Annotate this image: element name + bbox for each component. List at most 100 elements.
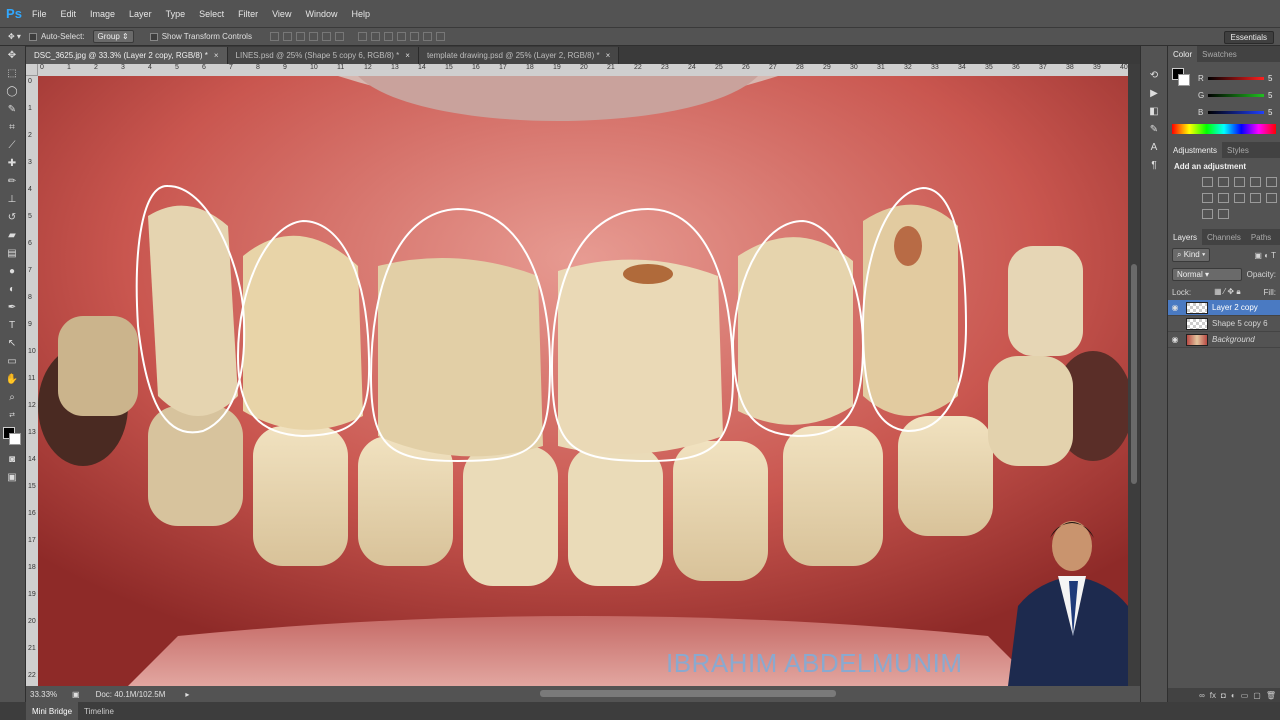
tab-adjustments[interactable]: Adjustments <box>1168 142 1223 158</box>
slider-g[interactable]: G5 <box>1168 87 1278 104</box>
default-colors-icon[interactable]: ⇄ <box>0 406 24 424</box>
status-menu-icon[interactable]: ▣ <box>72 690 80 699</box>
filter-icons[interactable]: ▣ ◐ T <box>1254 251 1276 260</box>
menu-window[interactable]: Window <box>298 9 344 19</box>
move-tool-icon[interactable]: ✥ ▾ <box>8 32 21 41</box>
photo-filter-icon[interactable] <box>1218 193 1229 203</box>
layer-name[interactable]: Shape 5 copy 6 <box>1212 319 1268 328</box>
vibrance-icon[interactable] <box>1266 177 1277 187</box>
properties-icon[interactable]: ◧ <box>1141 102 1167 120</box>
channel-mixer-icon[interactable] <box>1234 193 1245 203</box>
blur-tool-icon[interactable]: ● <box>0 262 24 280</box>
crop-tool-icon[interactable]: ⌗ <box>0 118 24 136</box>
trash-icon[interactable]: 🗑︎ <box>1266 691 1276 700</box>
slider-b[interactable]: B5 <box>1168 104 1278 121</box>
b-track[interactable] <box>1208 111 1264 114</box>
tab-paths[interactable]: Paths <box>1246 233 1276 242</box>
shape-tool-icon[interactable]: ▭ <box>0 352 24 370</box>
distribute-center-icon[interactable] <box>409 32 419 41</box>
new-layer-icon[interactable]: ▢ <box>1253 691 1261 700</box>
blend-mode-select[interactable]: Normal ▾ <box>1172 268 1242 281</box>
curves-icon[interactable] <box>1234 177 1245 187</box>
new-adjustment-icon[interactable]: ◐ <box>1231 691 1236 700</box>
add-mask-icon[interactable]: ◘ <box>1221 691 1226 700</box>
layer-kind-filter[interactable]: ⌕ Kind ▾ <box>1172 248 1211 262</box>
slider-r[interactable]: R5 <box>1168 70 1278 87</box>
scroll-thumb[interactable] <box>540 690 836 697</box>
tab-color[interactable]: Color <box>1168 46 1198 62</box>
layer-row[interactable]: ◉ Layer 2 copy <box>1168 300 1280 316</box>
type-tool-icon[interactable]: T <box>0 316 24 334</box>
channel-value[interactable]: 5 <box>1268 74 1278 83</box>
scroll-thumb[interactable] <box>1131 264 1137 484</box>
align-left-icon[interactable] <box>308 32 318 41</box>
paragraph-icon[interactable]: ¶ <box>1141 156 1167 174</box>
menu-select[interactable]: Select <box>192 9 231 19</box>
tab-dsc-3625[interactable]: DSC_3625.jpg @ 33.3% (Layer 2 copy, RGB/… <box>26 47 228 64</box>
new-group-icon[interactable]: ▭ <box>1241 691 1249 700</box>
tab-layers[interactable]: Layers <box>1168 229 1203 245</box>
lasso-tool-icon[interactable]: ◯ <box>0 82 24 100</box>
channel-value[interactable]: 5 <box>1268 91 1278 100</box>
close-icon[interactable]: × <box>405 51 410 60</box>
align-center-icon[interactable] <box>321 32 331 41</box>
exposure-icon[interactable] <box>1250 177 1261 187</box>
auto-select-dropdown[interactable]: Group ⇕ <box>92 30 134 43</box>
tab-styles[interactable]: Styles <box>1222 146 1254 155</box>
distribute-left-icon[interactable] <box>396 32 406 41</box>
visibility-eye-icon[interactable]: ◉ <box>1168 335 1182 344</box>
align-top-icon[interactable] <box>269 32 279 41</box>
document-canvas[interactable]: IBRAHIM ABDELMUNIM <box>38 76 1128 686</box>
menu-type[interactable]: Type <box>159 9 193 19</box>
align-right-icon[interactable] <box>334 32 344 41</box>
close-icon[interactable]: × <box>606 51 611 60</box>
align-bottom-icon[interactable] <box>295 32 305 41</box>
actions-icon[interactable]: ▶ <box>1141 84 1167 102</box>
tab-timeline[interactable]: Timeline <box>78 707 120 716</box>
lock-icons[interactable]: ▦ ⁄ ✥ 🔒︎ <box>1214 287 1241 297</box>
screen-mode-icon[interactable]: ▣ <box>0 468 24 486</box>
align-middle-icon[interactable] <box>282 32 292 41</box>
levels-icon[interactable] <box>1218 177 1229 187</box>
auto-align-icon[interactable] <box>435 32 445 41</box>
vertical-scrollbar[interactable] <box>1128 64 1140 686</box>
brush-tool-icon[interactable]: ✏ <box>0 172 24 190</box>
color-swatches[interactable] <box>0 424 24 450</box>
menu-image[interactable]: Image <box>83 9 122 19</box>
distribute-top-icon[interactable] <box>357 32 367 41</box>
layer-row[interactable]: Shape 5 copy 6 <box>1168 316 1280 332</box>
history-icon[interactable]: ⟲ <box>1141 66 1167 84</box>
quick-select-tool-icon[interactable]: ✎ <box>0 100 24 118</box>
link-layers-icon[interactable]: ∞ <box>1199 691 1205 700</box>
fx-icon[interactable]: fx <box>1210 691 1216 700</box>
distribute-bottom-icon[interactable] <box>383 32 393 41</box>
visibility-eye-icon[interactable]: ◉ <box>1168 303 1182 312</box>
workspace-switcher[interactable]: Essentials <box>1223 31 1274 44</box>
selective-color-icon[interactable] <box>1218 209 1229 219</box>
menu-filter[interactable]: Filter <box>231 9 265 19</box>
eraser-tool-icon[interactable]: ▰ <box>0 226 24 244</box>
brush-presets-icon[interactable]: ✎ <box>1141 120 1167 138</box>
layer-row[interactable]: ◉ Background <box>1168 332 1280 348</box>
quick-mask-icon[interactable]: ◙ <box>0 450 24 468</box>
eyedropper-tool-icon[interactable]: ⟋ <box>0 136 24 154</box>
hand-tool-icon[interactable]: ✋ <box>0 370 24 388</box>
menu-layer[interactable]: Layer <box>122 9 159 19</box>
menu-help[interactable]: Help <box>344 9 377 19</box>
layer-name[interactable]: Background <box>1212 335 1255 344</box>
layer-name[interactable]: Layer 2 copy <box>1212 303 1258 312</box>
gradient-map-icon[interactable] <box>1202 209 1213 219</box>
distribute-right-icon[interactable] <box>422 32 432 41</box>
character-icon[interactable]: A <box>1141 138 1167 156</box>
black-white-icon[interactable] <box>1202 193 1213 203</box>
horizontal-scrollbar[interactable] <box>240 689 1140 698</box>
color-spectrum[interactable] <box>1172 124 1276 134</box>
tab-swatches[interactable]: Swatches <box>1197 50 1242 59</box>
menu-view[interactable]: View <box>265 9 298 19</box>
clone-stamp-tool-icon[interactable]: ⊥ <box>0 190 24 208</box>
history-brush-tool-icon[interactable]: ↺ <box>0 208 24 226</box>
healing-brush-tool-icon[interactable]: ✚ <box>0 154 24 172</box>
ruler-origin[interactable] <box>26 64 38 76</box>
zoom-level[interactable]: 33.33% <box>30 690 64 699</box>
status-arrow-icon[interactable]: ▸ <box>185 690 189 699</box>
